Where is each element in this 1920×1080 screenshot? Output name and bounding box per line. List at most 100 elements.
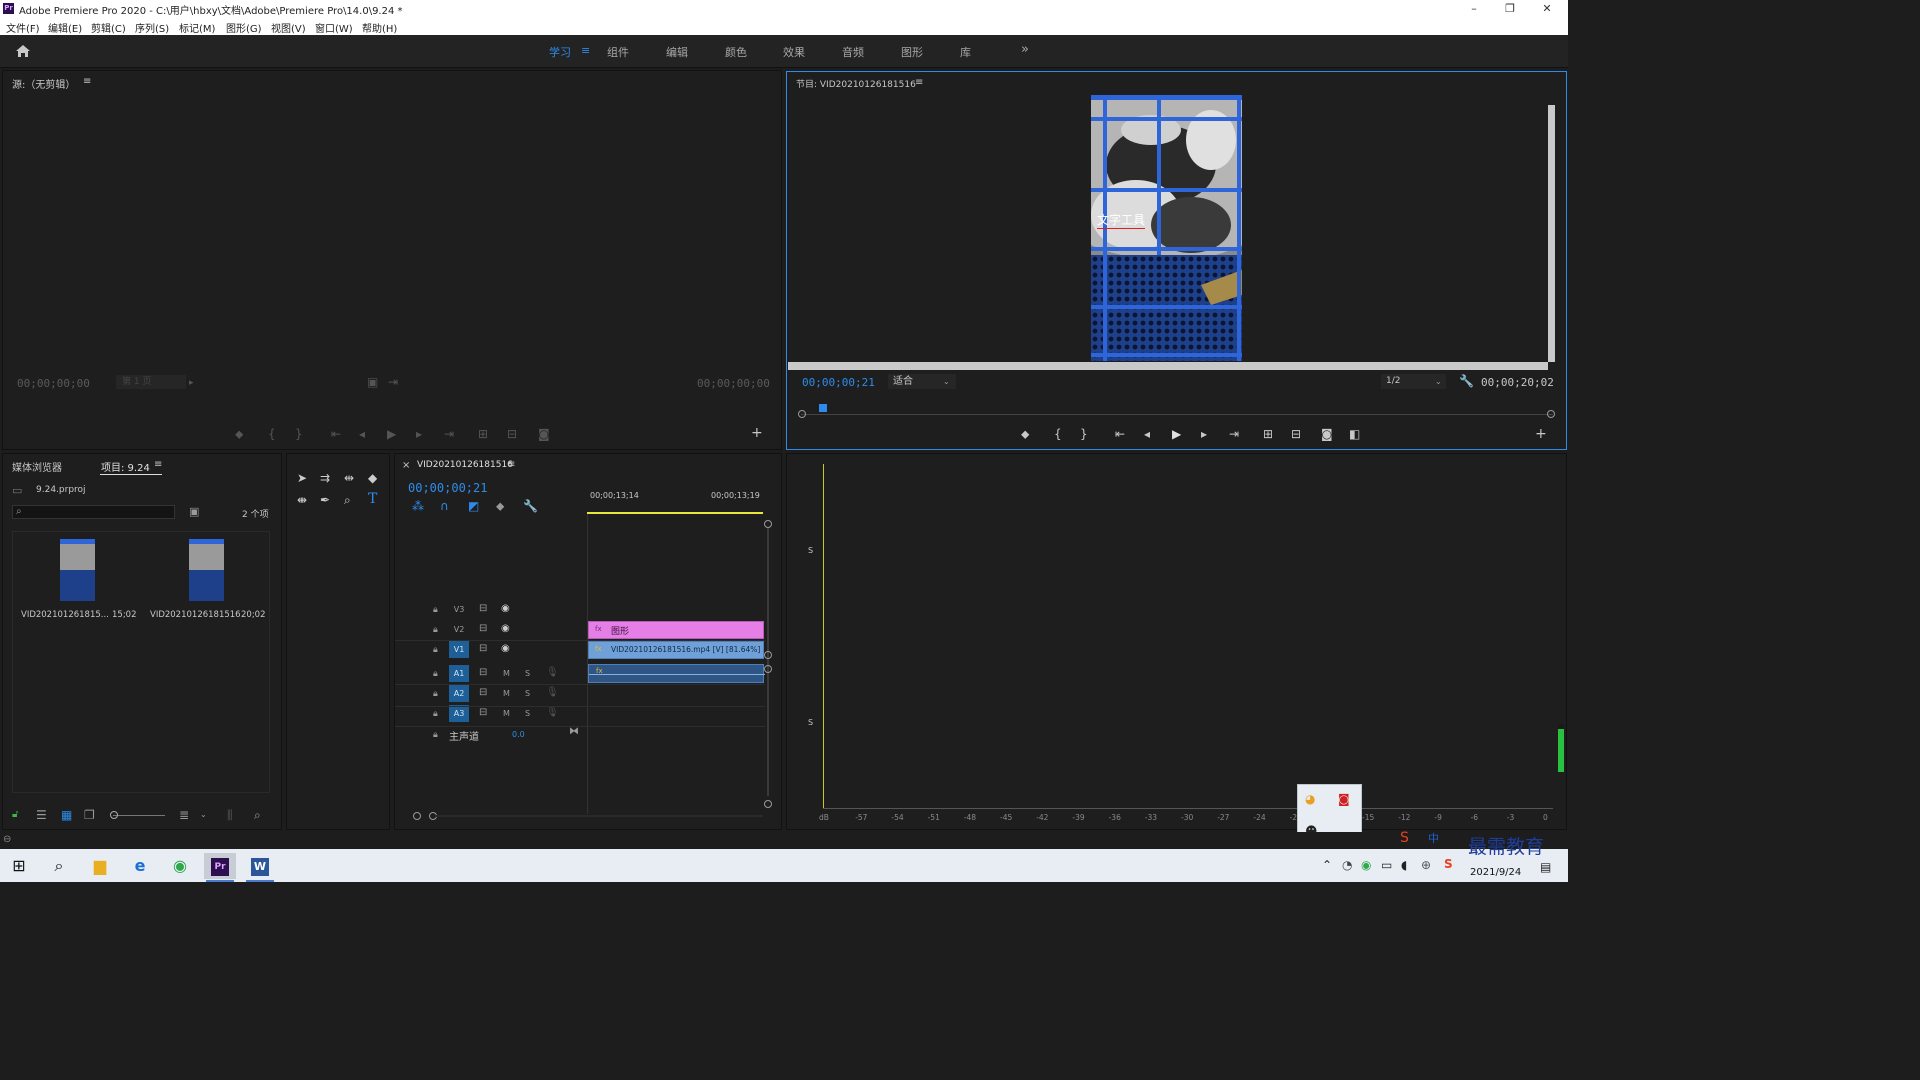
freeform-view-icon[interactable]: ❐ <box>84 809 95 821</box>
track-target-a2[interactable]: A2 <box>449 685 469 702</box>
timeline-close-icon[interactable]: × <box>402 460 410 471</box>
razor-tool-icon[interactable]: ◆ <box>368 472 377 484</box>
menu-edit[interactable]: 编辑(E) <box>48 20 82 35</box>
program-time-ruler[interactable] <box>801 404 1553 416</box>
pen-tool-icon[interactable]: ✒ <box>320 494 330 506</box>
zoom-slider[interactable] <box>113 815 165 816</box>
track-target-v3[interactable]: V3 <box>449 601 469 618</box>
snap-icon[interactable]: ∩ <box>440 500 449 512</box>
timeline-hscroll-left[interactable] <box>413 812 421 820</box>
track-sync-icon[interactable]: ⊟ <box>479 623 487 635</box>
windows-start-icon[interactable]: ⊞ <box>3 853 35 879</box>
project-item[interactable]: VID20210126181516 20;02 <box>142 532 271 632</box>
sort-chevron-icon[interactable]: ⌄ <box>200 809 207 821</box>
program-fit-chevron-icon[interactable]: ⌄ <box>943 376 950 388</box>
program-goto-out-icon[interactable]: ⇥ <box>1229 428 1239 440</box>
tray-security-icon[interactable]: ◉ <box>1361 859 1371 871</box>
source-add-button[interactable]: + <box>751 426 763 440</box>
source-play-icon[interactable]: ▶ <box>387 428 396 440</box>
workspace-tab-effects[interactable]: 效果 <box>783 44 805 60</box>
program-extract-icon[interactable]: ⊟ <box>1291 428 1301 440</box>
add-marker-icon[interactable]: ⬥ <box>496 500 504 512</box>
workspace-tab-libraries[interactable]: 库 <box>960 44 971 60</box>
lock-icon[interactable]: 🔓︎ <box>12 809 18 821</box>
source-insert-icon[interactable]: ⇥ <box>388 376 398 388</box>
eye-icon[interactable]: ◉ <box>501 623 510 635</box>
slip-tool-icon[interactable]: ⇼ <box>297 494 307 506</box>
chrome-icon[interactable]: ◉ <box>164 853 196 879</box>
icon-view-icon[interactable]: ▦ <box>61 809 72 821</box>
menu-view[interactable]: 视图(V) <box>271 20 306 35</box>
ripple-edit-tool-icon[interactable]: ⇹ <box>344 472 354 484</box>
menu-sequence[interactable]: 序列(S) <box>135 20 169 35</box>
program-lift-icon[interactable]: ⊞ <box>1263 428 1273 440</box>
tray-expand-icon[interactable]: ⌃ <box>1322 859 1332 871</box>
program-zoom-handle-right[interactable] <box>1547 410 1555 418</box>
timeline-settings-icon[interactable]: 🔧 <box>523 500 538 512</box>
source-next-icon[interactable]: ▸ <box>189 377 194 389</box>
tab-media-browser[interactable]: 媒体浏览器 <box>12 459 62 474</box>
action-center-icon[interactable]: ▤ <box>1540 861 1551 873</box>
video-clip[interactable]: fx VID20210126181516.mp4 [V] [81.64%] <box>588 641 764 659</box>
source-export-frame-icon[interactable]: ◙ <box>538 428 550 440</box>
mute-button[interactable]: M <box>503 668 510 680</box>
timeline-timecode[interactable]: 00;00;00;21 <box>408 481 487 495</box>
workspace-tab-color[interactable]: 颜色 <box>725 44 747 60</box>
source-insert-button-icon[interactable]: ⊞ <box>478 428 488 440</box>
new-bin-icon[interactable]: ▣ <box>189 506 199 518</box>
timeline-vscroll-mid[interactable] <box>764 651 772 659</box>
menu-help[interactable]: 帮助(H) <box>362 20 397 35</box>
word-taskbar-icon[interactable]: W <box>244 853 276 879</box>
solo-button[interactable]: S <box>525 688 530 700</box>
microphone-icon[interactable]: 🎙︎ <box>546 707 559 719</box>
input-method-icon[interactable]: ⊕ <box>1421 859 1431 871</box>
track-sync-icon[interactable]: ⊟ <box>479 707 487 719</box>
track-lock-icon[interactable]: 🔒︎ <box>433 604 438 616</box>
workspace-tab-audio[interactable]: 音频 <box>842 44 864 60</box>
tray-app-icon[interactable]: ◕ <box>1305 793 1315 805</box>
menu-window[interactable]: 窗口(W) <box>315 20 353 35</box>
timeline-hscroll-track[interactable] <box>435 815 763 817</box>
mute-button[interactable]: M <box>503 708 510 720</box>
graphic-clip[interactable]: fx 图形 <box>588 621 764 639</box>
wrench-icon[interactable]: 🔧 <box>1459 375 1474 387</box>
workspace-tab-learn[interactable]: 学习 <box>549 44 571 60</box>
track-target-v1[interactable]: V1 <box>449 641 469 658</box>
linked-selection-icon[interactable]: ◩ <box>468 500 479 512</box>
eye-icon[interactable]: ◉ <box>501 603 510 615</box>
source-menu-icon[interactable]: ≡ <box>83 76 91 87</box>
tab-project[interactable]: 项目: 9.24 <box>101 459 150 474</box>
work-area-bar[interactable] <box>587 512 763 514</box>
track-sync-icon[interactable]: ⊟ <box>479 603 487 615</box>
nest-icon[interactable]: ⁂ <box>412 500 424 512</box>
track-sync-icon[interactable]: ⊟ <box>479 667 487 679</box>
solo-button[interactable]: S <box>525 708 530 720</box>
timeline-vscroll-track[interactable] <box>767 528 769 796</box>
timeline-vscroll-bottom[interactable] <box>764 800 772 808</box>
menu-graphics[interactable]: 图形(G) <box>226 20 262 35</box>
close-window-button[interactable]: ✕ <box>1528 0 1566 18</box>
program-marker-icon[interactable]: ⬥ <box>1021 428 1029 440</box>
audio-solo-s2[interactable]: S <box>808 718 813 727</box>
sogou-tray-icon[interactable]: S <box>1444 858 1453 870</box>
track-lock-icon[interactable]: 🔒︎ <box>433 624 438 636</box>
program-goto-in-icon[interactable]: ⇤ <box>1115 428 1125 440</box>
program-menu-icon[interactable]: ≡ <box>915 77 923 88</box>
source-overwrite-icon[interactable]: ⊟ <box>507 428 517 440</box>
master-volume-value[interactable]: 0.0 <box>512 730 525 739</box>
project-search-input[interactable]: ⌕ <box>12 505 175 519</box>
track-sync-icon[interactable]: ⊟ <box>479 687 487 699</box>
microphone-icon[interactable]: 🎙︎ <box>546 667 559 679</box>
menu-marker[interactable]: 标记(M) <box>179 20 215 35</box>
source-mark-in-icon[interactable]: { <box>268 428 276 440</box>
edge-browser-icon[interactable]: e <box>124 853 156 879</box>
tray-app-icon[interactable]: ◙ <box>1338 793 1350 805</box>
source-goto-in-icon[interactable]: ⇤ <box>331 428 341 440</box>
track-lock-icon[interactable]: 🔒︎ <box>433 729 438 741</box>
notification-bell-icon[interactable]: ◔ <box>1342 859 1352 871</box>
source-step-forward-icon[interactable]: ▸ <box>416 428 422 440</box>
audio-solo-s1[interactable]: S <box>808 546 813 555</box>
program-playhead[interactable] <box>819 404 827 412</box>
track-lock-icon[interactable]: 🔒︎ <box>433 644 438 656</box>
program-zoom-handle-left[interactable] <box>798 410 806 418</box>
